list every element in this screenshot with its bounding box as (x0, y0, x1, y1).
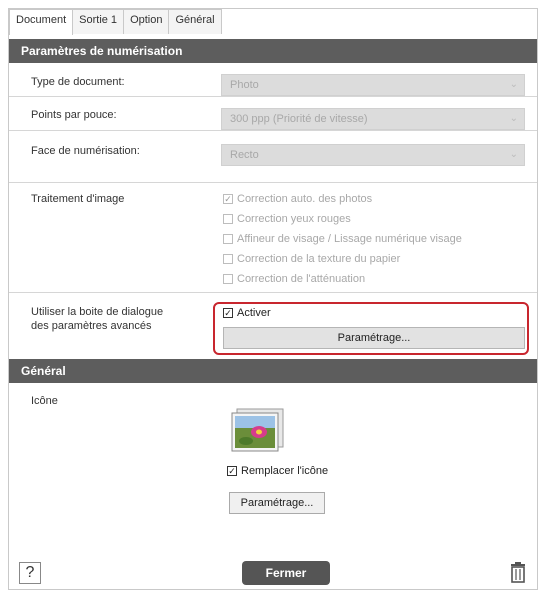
dpi-label: Points par pouce: (31, 109, 117, 121)
image-processing-row: Traitement d'image ✓ Correction auto. de… (9, 183, 537, 293)
fading-correction-label: Correction de l'atténuation (237, 273, 366, 285)
doc-type-select[interactable]: Photo ⌄ (221, 74, 525, 96)
fading-correction-checkbox[interactable]: Correction de l'atténuation (223, 273, 365, 285)
checkbox-box (223, 234, 233, 244)
dpi-select[interactable]: 300 ppp (Priorité de vitesse) ⌄ (221, 108, 525, 130)
scan-settings-header: Paramètres de numérisation (9, 39, 537, 63)
tab-bar: Document Sortie 1 Option Général (9, 9, 222, 35)
replace-icon-checkbox[interactable]: ✓ Remplacer l'icône (227, 465, 328, 477)
general-header: Général (9, 359, 537, 383)
trash-icon[interactable] (509, 561, 527, 583)
face-smoothing-checkbox[interactable]: Affineur de visage / Lissage numérique v… (223, 233, 462, 245)
doc-type-row: Type de document: Photo ⌄ (9, 63, 537, 97)
scan-face-value: Recto (230, 149, 259, 161)
checkbox-box (223, 254, 233, 264)
chevron-down-icon: ⌄ (509, 149, 518, 160)
auto-photo-correction-label: Correction auto. des photos (237, 193, 373, 205)
icon-label: Icône (31, 395, 58, 407)
checkbox-box (223, 274, 233, 284)
advanced-dialog-label-line2: des paramètres avancés (31, 320, 152, 332)
checkbox-box (223, 214, 233, 224)
settings-dialog: Document Sortie 1 Option Général Paramèt… (8, 8, 538, 590)
red-eye-label: Correction yeux rouges (237, 213, 351, 225)
paper-texture-checkbox[interactable]: Correction de la texture du papier (223, 253, 400, 265)
scan-face-select[interactable]: Recto ⌄ (221, 144, 525, 166)
photo-icon (231, 408, 284, 452)
checkbox-box: ✓ (223, 308, 233, 318)
scan-face-row: Face de numérisation: Recto ⌄ (9, 131, 537, 183)
face-smoothing-label: Affineur de visage / Lissage numérique v… (237, 233, 462, 245)
image-processing-label: Traitement d'image (31, 193, 125, 205)
tab-document[interactable]: Document (9, 9, 74, 35)
advanced-settings-button[interactable]: Paramétrage... (223, 327, 525, 349)
auto-photo-correction-checkbox[interactable]: ✓ Correction auto. des photos (223, 193, 372, 205)
advanced-dialog-label: Utiliser la boite de dialogue des paramè… (31, 305, 163, 333)
tab-sortie-1[interactable]: Sortie 1 (72, 9, 125, 34)
enable-advanced-checkbox[interactable]: ✓ Activer (223, 307, 271, 319)
scan-face-label: Face de numérisation: (31, 145, 140, 157)
replace-icon-label: Remplacer l'icône (241, 465, 329, 477)
enable-advanced-label: Activer (237, 307, 271, 319)
help-button[interactable]: ? (19, 562, 41, 584)
checkbox-box: ✓ (227, 466, 237, 476)
icon-settings-button[interactable]: Paramétrage... (229, 492, 325, 514)
advanced-dialog-label-line1: Utiliser la boite de dialogue (31, 306, 164, 318)
chevron-down-icon: ⌄ (509, 113, 518, 124)
tab-general[interactable]: Général (168, 9, 222, 34)
checkbox-box: ✓ (223, 194, 233, 204)
red-eye-checkbox[interactable]: Correction yeux rouges (223, 213, 351, 225)
chevron-down-icon: ⌄ (509, 79, 518, 90)
dpi-value: 300 ppp (Priorité de vitesse) (230, 113, 368, 125)
dpi-row: Points par pouce: 300 ppp (Priorité de v… (9, 97, 537, 131)
close-button[interactable]: Fermer (242, 561, 330, 585)
paper-texture-label: Correction de la texture du papier (237, 253, 401, 265)
doc-type-value: Photo (230, 79, 259, 91)
doc-type-label: Type de document: (31, 76, 125, 88)
tab-option[interactable]: Option (123, 9, 170, 34)
